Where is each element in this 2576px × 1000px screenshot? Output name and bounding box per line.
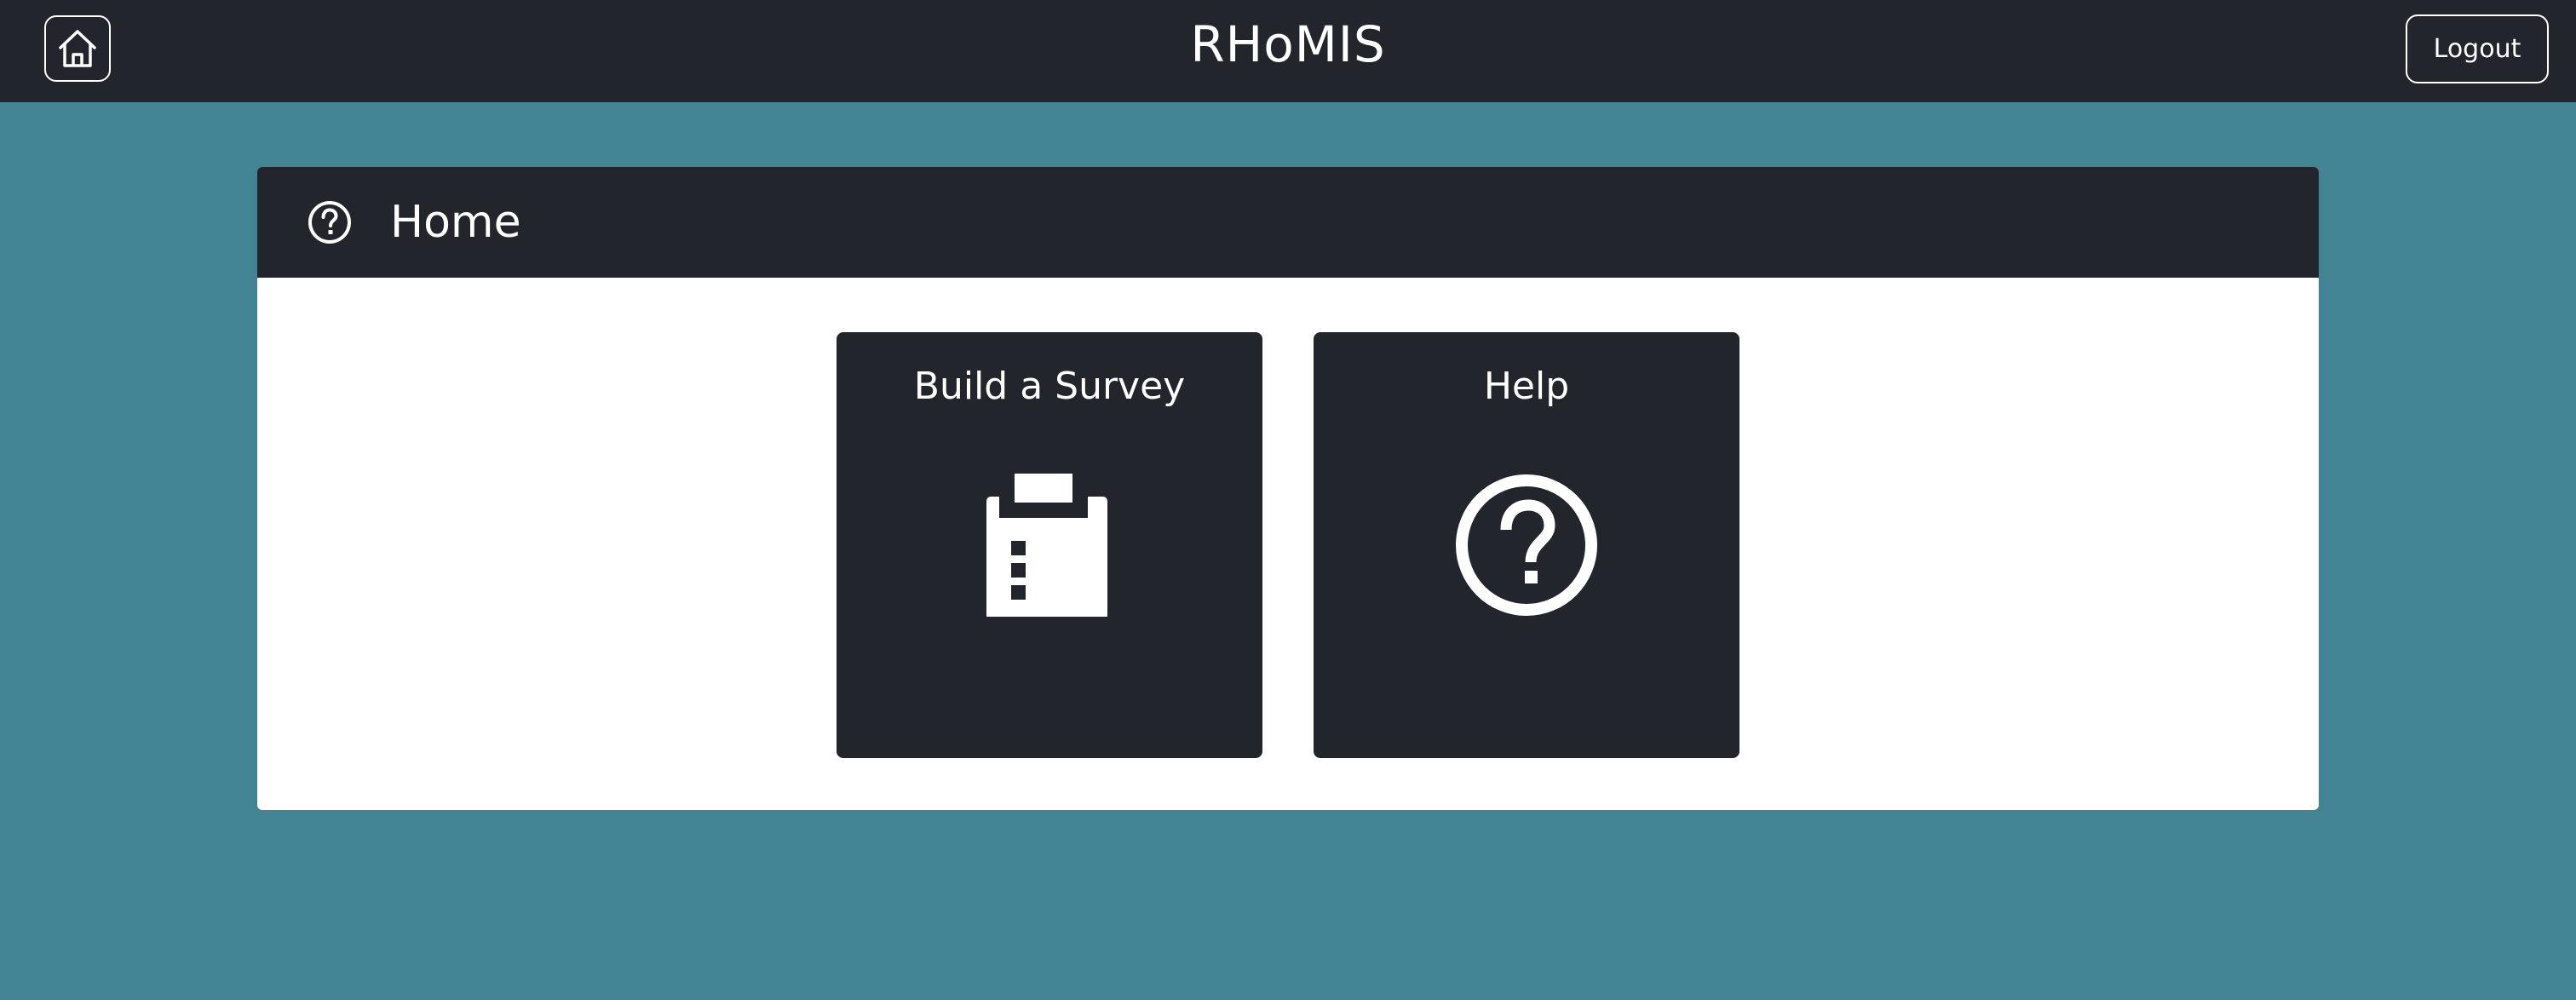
tile-label: Help <box>1483 365 1570 408</box>
help-tile[interactable]: Help <box>1314 332 1739 758</box>
app-title: RHoMIS <box>1190 15 1386 73</box>
help-circle-icon <box>1456 474 1597 616</box>
clipboard-list-icon <box>986 474 1107 617</box>
logout-button[interactable]: Logout <box>2406 14 2549 83</box>
help-circle-icon <box>308 201 351 244</box>
top-navbar: RHoMIS Logout <box>0 0 2576 102</box>
tile-label: Build a Survey <box>913 365 1186 408</box>
build-survey-tile[interactable]: Build a Survey <box>837 332 1262 758</box>
home-card: Home Build a Survey Help <box>257 167 2319 810</box>
card-header: Home <box>257 167 2319 278</box>
page-title: Home <box>390 197 521 248</box>
